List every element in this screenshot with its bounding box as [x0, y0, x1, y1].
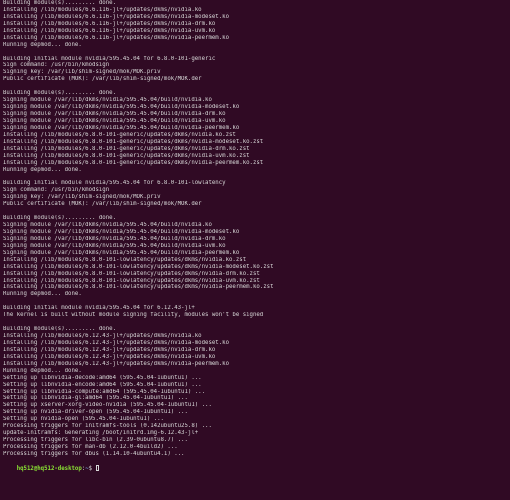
terminal-line: Installing /lib/modules/6.12.43-jl+/upda… [3, 333, 202, 339]
shell-prompt[interactable]: hq512@hq512-desktop:~$ [3, 458, 510, 472]
prompt-user-host: hq512@hq512-desktop [16, 465, 82, 472]
terminal-line: Processing triggers for dbus (1.14.10-4u… [3, 450, 185, 457]
terminal-line: Installing /lib/modules/6.6.116-jl+/upda… [3, 27, 216, 34]
terminal-line: Building initial module nvidia/595.45.04… [3, 305, 195, 312]
terminal-window[interactable]: Building module(s)......... done. Install… [0, 0, 510, 500]
terminal-line: Signing module /var/lib/dkms/nvidia/595.… [3, 242, 226, 249]
terminal-line: Signing module /var/lib/dkms/nvidia/595.… [3, 222, 212, 228]
terminal-line: Installing /lib/modules/6.8.0-101-lowlat… [3, 256, 247, 263]
terminal-line: Signing module /var/lib/dkms/nvidia/595.… [3, 228, 240, 235]
terminal-line: Signing module /var/lib/dkms/nvidia/595.… [3, 117, 226, 124]
prompt-symbol: $ [88, 465, 96, 472]
terminal-line: Installing /lib/modules/6.8.0-101-lowlat… [3, 277, 260, 284]
terminal-line: Installing /lib/modules/6.12.43-jl+/upda… [3, 346, 216, 353]
terminal-line: Building module(s)......... done. [3, 215, 116, 222]
terminal-line: Sign command: /usr/bin/kmodsign [3, 187, 110, 194]
terminal-line: Signing module /var/lib/dkms/nvidia/595.… [3, 104, 240, 111]
terminal-line: Installing /lib/modules/6.8.0-101-lowlat… [3, 284, 274, 291]
terminal-line: Setting up libnvidia-gl:amd64 (595.45.04… [3, 395, 188, 402]
terminal-line: Installing /lib/modules/6.8.0-101-generi… [3, 145, 250, 152]
terminal-line: Installing /lib/modules/6.8.0-101-generi… [3, 159, 264, 166]
terminal-line: Setting up libnvidia-compute:amd64 (595.… [3, 388, 206, 395]
terminal-line: Signing module /var/lib/dkms/nvidia/595.… [3, 124, 240, 131]
terminal-line: Installing /lib/modules/6.6.116-jl+/upda… [3, 6, 202, 13]
terminal-line: Processing triggers for man-db (2.12.0-4… [3, 444, 178, 450]
terminal-line: Setting up nvidia-open (595.45.04-1ubunt… [3, 416, 164, 423]
terminal-line: Installing /lib/modules/6.12.43-jl+/upda… [3, 360, 229, 367]
terminal-line: Processing triggers for initramfs-tools … [3, 423, 212, 430]
terminal-line: Setting up libnvidia-encode:amd64 (595.4… [3, 381, 202, 388]
terminal-line: Sign command: /usr/bin/kmodsign [3, 62, 110, 69]
terminal-line: update-initramfs: Generating /boot/initr… [3, 430, 199, 437]
terminal-line: Installing /lib/modules/6.6.116-jl+/upda… [3, 20, 216, 27]
terminal-line: The kernel is built without module signi… [3, 312, 264, 319]
terminal-line: Running depmod... done. [3, 367, 82, 374]
terminal-line: Building initial module nvidia/595.45.04… [3, 55, 216, 62]
terminal-line: Building initial module nvidia/595.45.04… [3, 180, 226, 187]
terminal-line: Signing module /var/lib/dkms/nvidia/595.… [3, 97, 212, 104]
terminal-line: Signing key: /var/lib/shim-signed/mok/MO… [3, 69, 161, 76]
terminal-line: Installing /lib/modules/6.12.43-jl+/upda… [3, 339, 229, 346]
terminal-line: Building module(s)......... done. [3, 326, 116, 333]
terminal-line: Building module(s)......... done. [3, 90, 116, 97]
terminal-line: Signing module /var/lib/dkms/nvidia/595.… [3, 235, 226, 242]
terminal-line: Setting up xserver-xorg-video-nvidia (59… [3, 402, 212, 409]
terminal-line: Processing triggers for libc-bin (2.39-0… [3, 437, 188, 444]
terminal-line: Installing /lib/modules/6.12.43-jl+/upda… [3, 353, 216, 360]
terminal-line: Installing /lib/modules/6.8.0-101-generi… [3, 138, 264, 145]
terminal-line: Setting up libnvidia-decode:amd64 (595.4… [3, 374, 202, 381]
terminal-line: Installing /lib/modules/6.8.0-101-lowlat… [3, 270, 260, 277]
terminal-line: Running depmod... done. [3, 41, 82, 48]
terminal-line: Installing /lib/modules/6.8.0-101-generi… [3, 131, 236, 138]
terminal-line: Installing /lib/modules/6.8.0-101-generi… [3, 152, 250, 159]
terminal-line: Setting up nvidia-driver-open (595.45.04… [3, 409, 188, 416]
text-cursor[interactable] [95, 464, 99, 471]
terminal-line: Public certificate (MOK): /var/lib/shim-… [3, 201, 202, 208]
terminal-line: Running depmod... done. [3, 166, 82, 173]
terminal-line: Installing /lib/modules/6.6.116-jl+/upda… [3, 13, 229, 20]
terminal-line: Installing /lib/modules/6.6.116-jl+/upda… [3, 34, 229, 41]
terminal-line: Signing module /var/lib/dkms/nvidia/595.… [3, 111, 226, 117]
terminal-line: Signing key: /var/lib/shim-signed/mok/MO… [3, 194, 161, 201]
terminal-line: Public certificate (MOK): /var/lib/shim-… [3, 76, 202, 83]
terminal-line: Running depmod... done. [3, 291, 82, 298]
terminal-line: Signing module /var/lib/dkms/nvidia/595.… [3, 249, 240, 256]
terminal-line: Building module(s)......... done. [3, 0, 116, 6]
terminal-output: Building module(s)......... done. Install… [3, 0, 510, 458]
terminal-line: Installing /lib/modules/6.8.0-101-lowlat… [3, 263, 274, 270]
